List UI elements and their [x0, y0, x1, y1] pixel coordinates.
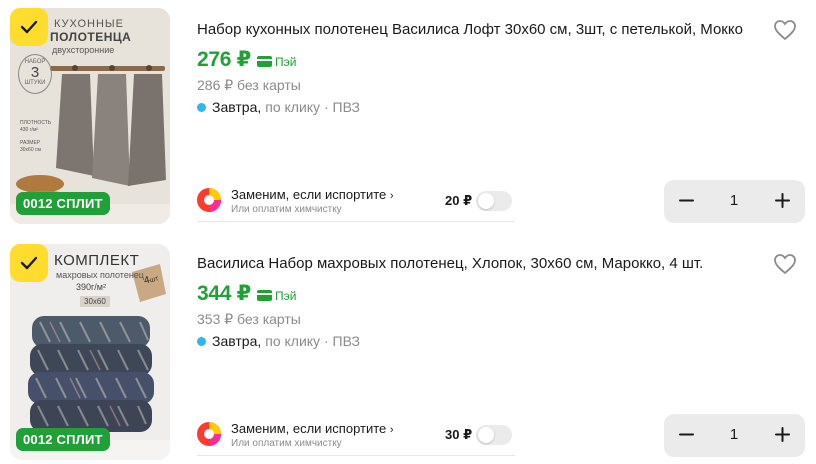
- split-badge: 0012 СПЛИТ: [16, 192, 110, 215]
- quantity-stepper: 1: [664, 180, 805, 223]
- delivery-method: по клику · ПВЗ: [265, 333, 360, 349]
- pay-card-icon: [256, 290, 272, 301]
- price-row: 344 ₽ Пэй: [197, 281, 296, 306]
- set-badge: НАБОР 3 ШТУКИ: [18, 54, 52, 94]
- size-value: 30х60: [80, 296, 110, 307]
- delivery-info: Завтра, по клику · ПВЗ: [197, 333, 360, 349]
- toggle-knob: [478, 193, 494, 209]
- delivery-dot-icon: [197, 336, 206, 346]
- density-value: 390г/м²: [76, 282, 106, 292]
- check-icon: [20, 256, 38, 270]
- insurance-toggle[interactable]: [476, 425, 512, 445]
- delivery-when: Завтра,: [212, 333, 262, 349]
- insurance-logo-icon: [197, 188, 221, 212]
- image-text-2: ПОЛОТЕНЦА: [50, 30, 132, 44]
- price-without-card: 286 ₽ без карты: [197, 77, 301, 93]
- density-value: 430 г/м²: [20, 127, 39, 133]
- size-value: 30х60 см: [20, 147, 41, 153]
- pay-label: Пэй: [274, 289, 297, 303]
- insurance-subtitle: Или оплатим химчистку: [231, 204, 342, 215]
- insurance-title[interactable]: Заменим, если испортите ›: [231, 187, 394, 202]
- product-title[interactable]: Набор кухонных полотенец Василиса Лофт 3…: [197, 21, 767, 39]
- split-badge: 0012 СПЛИТ: [16, 428, 110, 451]
- check-icon: [20, 20, 38, 34]
- price: 344 ₽: [197, 282, 251, 305]
- toggle-knob: [478, 427, 494, 443]
- price-row: 276 ₽ Пэй: [197, 47, 296, 72]
- insurance-title[interactable]: Заменим, если испортите ›: [231, 421, 394, 436]
- delivery-dot-icon: [197, 102, 206, 112]
- quantity-stepper: 1: [664, 414, 805, 457]
- size-label: РАЗМЕР: [20, 140, 41, 146]
- price-without-card: 353 ₽ без карты: [197, 311, 301, 327]
- insurance-price: 30 ₽: [445, 427, 473, 442]
- insurance-option: Заменим, если испортите › Или оплатим хи…: [197, 186, 515, 222]
- image-text-1: КУХОННЫЕ: [54, 18, 125, 30]
- cart-item: КУХОННЫЕ ПОЛОТЕНЦА двухсторонние НАБОР 3…: [0, 0, 816, 230]
- plus-icon[interactable]: [774, 192, 791, 209]
- minus-icon[interactable]: [678, 426, 695, 443]
- price: 276 ₽: [197, 48, 251, 71]
- cart-item: КОМПЛЕКТ махровых полотенец 390г/м² 30х6…: [0, 234, 816, 464]
- delivery-info: Завтра, по клику · ПВЗ: [197, 99, 360, 115]
- pay-label: Пэй: [274, 55, 297, 69]
- insurance-toggle[interactable]: [476, 191, 512, 211]
- select-checkbox[interactable]: [10, 244, 48, 282]
- delivery-when: Завтра,: [212, 99, 262, 115]
- insurance-price: 20 ₽: [445, 193, 473, 208]
- heart-icon[interactable]: [773, 253, 797, 275]
- image-text-1: КОМПЛЕКТ: [54, 252, 140, 269]
- pay-card-icon: [256, 56, 272, 67]
- plus-icon[interactable]: [774, 426, 791, 443]
- heart-icon[interactable]: [773, 19, 797, 41]
- insurance-logo-icon: [197, 422, 221, 446]
- insurance-subtitle: Или оплатим химчистку: [231, 438, 342, 449]
- chevron-right-icon: ›: [389, 424, 394, 436]
- product-title[interactable]: Василиса Набор махровых полотенец, Хлопо…: [197, 255, 767, 273]
- select-checkbox[interactable]: [10, 8, 48, 46]
- chevron-right-icon: ›: [389, 190, 394, 202]
- delivery-method: по клику · ПВЗ: [265, 99, 360, 115]
- insurance-option: Заменим, если испортите › Или оплатим хи…: [197, 420, 515, 456]
- minus-icon[interactable]: [678, 192, 695, 209]
- quantity-value[interactable]: 1: [724, 192, 744, 209]
- image-text-2: махровых полотенец: [56, 270, 144, 280]
- image-text-3: двухсторонние: [52, 45, 115, 55]
- quantity-value[interactable]: 1: [724, 426, 744, 443]
- density-label: ПЛОТНОСТЬ: [20, 120, 52, 126]
